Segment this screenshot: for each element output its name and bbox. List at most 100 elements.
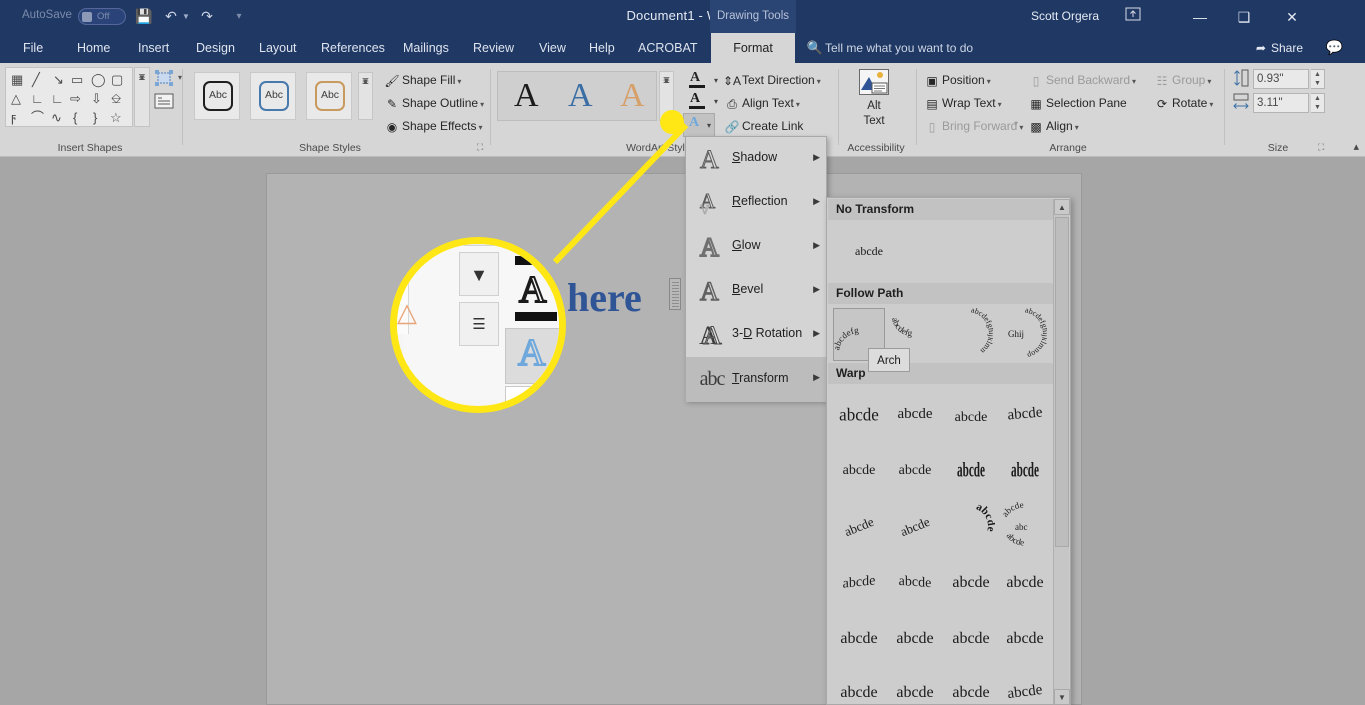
shape-style-tile-3[interactable]: Abc	[306, 72, 352, 120]
selection-pane-button[interactable]: ▦ Selection Pane	[1026, 92, 1126, 114]
transform-tile-circle[interactable]: abcdefghijklmn	[943, 305, 996, 361]
transform-tile-curve-up[interactable]: abcde	[833, 666, 885, 704]
shape-elbow-arrow-connector-icon[interactable]: ∟	[51, 92, 64, 105]
shape-star-icon[interactable]: ☆	[110, 111, 122, 124]
shape-oval-icon[interactable]: ◯	[91, 73, 106, 86]
shape-styles-scroll[interactable]: ▲ ▼ ☰	[358, 72, 373, 120]
shape-left-brace-icon[interactable]: {	[73, 111, 77, 124]
transform-gallery[interactable]: No Transform abcde Follow Path abcdefg a…	[826, 197, 1071, 705]
text-effects-menu[interactable]: A SShadowhadow ▶ AA Reflection ▶ A Glow …	[685, 136, 828, 402]
menu-item-reflection[interactable]: AA Reflection ▶	[686, 181, 828, 225]
tell-me-search[interactable]: 🔍 Tell me what you want to do	[805, 33, 973, 63]
insert-shapes-scroll[interactable]: ▲ ▼ ☰	[134, 67, 150, 127]
shape-freeform-icon[interactable]: ∿	[51, 111, 62, 124]
shape-right-arrow-icon[interactable]: ⇨	[70, 92, 81, 105]
insert-shapes-gallery[interactable]: ▦ ╱ ↘ ▭ ◯ ▢ △ ∟ ∟ ⇨ ⇩ ⎒ ϝ ⌒ ∿ { } ☆	[5, 67, 133, 127]
shape-width-field[interactable]: ▲▼	[1253, 93, 1325, 115]
transform-tile-inflate-top[interactable]: abcde	[945, 388, 997, 441]
rotate-button[interactable]: ⟳ Rotate ▾	[1152, 92, 1213, 114]
shape-scribble-icon[interactable]: ϝ	[11, 111, 16, 124]
tab-insert[interactable]: Insert	[127, 33, 180, 63]
shape-triangle-icon[interactable]: △	[11, 92, 21, 105]
menu-item-glow[interactable]: A Glow ▶	[686, 225, 828, 269]
collapse-ribbon-chevron-up-icon[interactable]: ▴	[1353, 140, 1359, 153]
transform-gallery-scrollbar[interactable]: ▲ ▼	[1053, 199, 1070, 704]
wordart-more-icon[interactable]: ☰	[660, 72, 673, 89]
align-text-button[interactable]: ⎙ Align Text ▾	[722, 92, 800, 114]
shape-rounded-rectangle-icon[interactable]: ▢	[111, 73, 123, 86]
tab-layout[interactable]: Layout	[248, 33, 308, 63]
shape-width-stepper[interactable]: ▲ ▼	[1311, 93, 1325, 113]
shape-height-input[interactable]	[1253, 69, 1309, 89]
scroll-down-triangle-down-icon[interactable]: ▼	[1054, 689, 1070, 704]
wordart-preview-1[interactable]: A	[514, 76, 539, 116]
shape-flowchart-icon[interactable]: ⎒	[111, 92, 121, 105]
shape-styles-more-icon[interactable]: ☰	[359, 73, 372, 90]
wordart-preview-3[interactable]: A	[620, 76, 645, 116]
alt-text-button[interactable]: Alt Text	[846, 67, 902, 135]
text-outline-button[interactable]: A ▾	[686, 91, 718, 113]
size-dialog-launcher-icon[interactable]: ⛶	[1318, 142, 1324, 153]
transform-tile-fade-down[interactable]: abcde	[999, 556, 1051, 609]
shape-down-arrow-icon[interactable]: ⇩	[91, 92, 102, 105]
tab-acrobat[interactable]: ACROBAT	[627, 33, 709, 63]
rotate-handle[interactable]	[669, 278, 681, 310]
menu-item-bevel[interactable]: A Bevel ▶	[686, 269, 828, 313]
wordart-text-object[interactable]: here	[567, 274, 642, 321]
scroll-up-triangle-up-icon[interactable]: ▲	[1054, 199, 1070, 215]
shape-style-tile-1[interactable]: Abc	[194, 72, 240, 120]
shapes-more-icon[interactable]: ☰	[135, 68, 149, 87]
close-icon[interactable]: ✕	[1275, 5, 1309, 29]
transform-tile-can-down[interactable]: abcde	[999, 612, 1051, 665]
chevron-down-icon[interactable]: ▾	[714, 76, 718, 85]
menu-item-transform[interactable]: abc Transform ▶	[686, 357, 828, 402]
transform-tile-deflate-bottom[interactable]: abcde	[833, 444, 885, 497]
comments-icon[interactable]: 💬	[1326, 39, 1343, 56]
tab-file[interactable]: File	[12, 33, 54, 63]
minimize-icon[interactable]: —	[1183, 5, 1217, 29]
transform-tile-deflate-top[interactable]: abcde	[889, 444, 941, 497]
tab-review[interactable]: Review	[462, 33, 525, 63]
tab-view[interactable]: View	[528, 33, 577, 63]
shape-elbow-connector-icon[interactable]: ∟	[31, 92, 44, 105]
tab-format[interactable]: Format	[711, 33, 795, 63]
align-objects-button[interactable]: ▩ Align ▾	[1026, 115, 1078, 137]
transform-tile-curve-down[interactable]: abcde	[889, 666, 941, 704]
tab-references[interactable]: References	[310, 33, 396, 63]
shape-outline-button[interactable]: ✎ Shape Outline ▾	[382, 92, 484, 114]
wordart-styles-scroll[interactable]: ▲ ▼ ☰	[659, 71, 674, 121]
text-direction-button[interactable]: ⇕AText Direction ▾	[722, 69, 821, 91]
tab-help[interactable]: Help	[578, 33, 626, 63]
tab-mailings[interactable]: Mailings	[392, 33, 460, 63]
transform-tile-double-wave-1[interactable]: abcde	[945, 500, 997, 553]
transform-tile-fade-left[interactable]: abcde	[889, 556, 941, 609]
shape-style-tile-2[interactable]: Abc	[250, 72, 296, 120]
tab-home[interactable]: Home	[66, 33, 121, 63]
transform-tile-button[interactable]: abcdefghijklmnop Ghij	[997, 305, 1050, 361]
tab-design[interactable]: Design	[185, 33, 246, 63]
draw-text-box-icon[interactable]	[154, 93, 176, 113]
wordart-styles-gallery[interactable]: A A A	[497, 71, 657, 121]
transform-tile-wave-1[interactable]: abcde	[833, 500, 885, 553]
edit-shape-icon[interactable]	[154, 69, 176, 89]
transform-tile-slant-up[interactable]: abcde	[833, 612, 885, 665]
position-button[interactable]: ▣ Position ▾	[922, 69, 990, 91]
text-fill-button[interactable]: A ▾	[686, 70, 718, 92]
chevron-down-icon[interactable]: ▾	[714, 97, 718, 106]
transform-tile-inflate[interactable]: abcde	[833, 388, 885, 441]
scrollbar-thumb[interactable]	[1055, 217, 1069, 547]
shape-right-brace-icon[interactable]: }	[93, 111, 97, 124]
shape-effects-button[interactable]: ◉ Shape Effects ▾	[382, 115, 483, 137]
transform-tile-wave-2[interactable]: abcde	[889, 500, 941, 553]
restore-icon[interactable]: ❑	[1227, 5, 1261, 29]
shape-width-input[interactable]	[1253, 93, 1309, 113]
transform-tile-can-up[interactable]: abcde	[945, 612, 997, 665]
ribbon-display-options-icon[interactable]	[1121, 7, 1145, 27]
shape-text-box-icon[interactable]: ▦	[11, 73, 23, 86]
transform-tile-cascade-up[interactable]: abcde	[945, 666, 997, 704]
transform-tile-fade-right[interactable]: abcde	[833, 556, 885, 609]
share-button[interactable]: ➦ Share	[1256, 38, 1303, 58]
transform-tile-slant-down[interactable]: abcde	[889, 612, 941, 665]
shape-curve-icon[interactable]: ⌒	[31, 111, 44, 124]
transform-tile-fade-up[interactable]: abcde	[945, 556, 997, 609]
